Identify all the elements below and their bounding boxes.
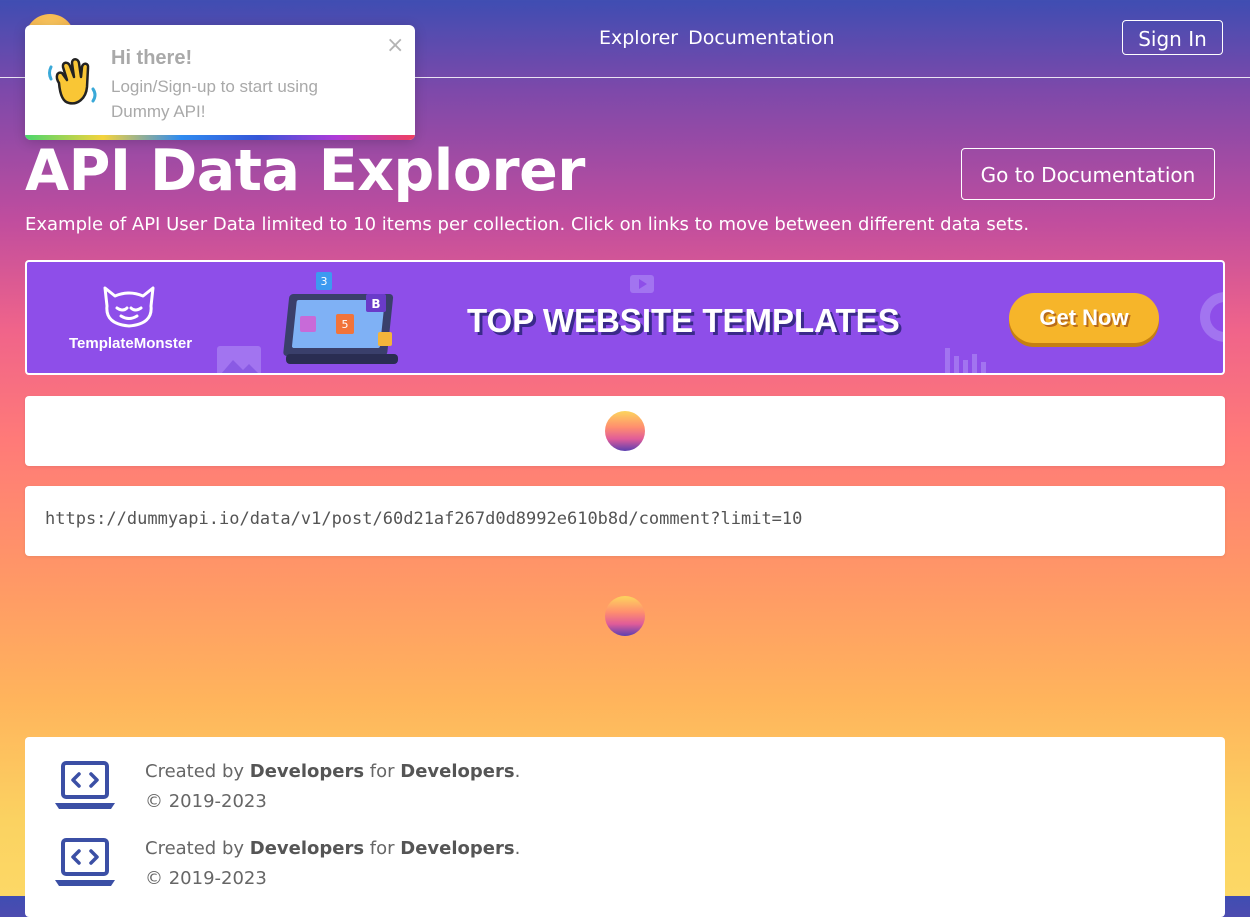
nav-documentation-link[interactable]: Documentation [688,27,834,49]
donut-chart-icon [1200,292,1223,342]
footer-credit: Created by Developers for Developers. © … [25,834,1225,904]
page-subtitle: Example of API User Data limited to 10 i… [25,214,1030,235]
laptop-code-icon [55,838,115,886]
get-now-button[interactable]: Get Now [1009,293,1159,343]
templatemonster-logo-icon [103,286,155,328]
copyright: © 2019-2023 [145,868,267,889]
request-url-card: https://dummyapi.io/data/v1/post/60d21af… [25,486,1225,556]
sign-in-button[interactable]: Sign In [1122,20,1223,55]
play-icon [630,275,654,293]
svg-text:5: 5 [342,318,349,331]
waving-hand-icon [48,58,97,105]
image-placeholder-icon [217,346,261,373]
ad-banner[interactable]: TemplateMonster 3 B 5 TOP WEBSITE TEMPLA… [25,260,1225,375]
footer-credit: Created by Developers for Developers. © … [25,757,1225,827]
nav-explorer-link[interactable]: Explorer [599,27,678,49]
svg-text:B: B [371,297,380,311]
welcome-toast: Hi there! Login/Sign-up to start using D… [25,25,415,140]
request-url: https://dummyapi.io/data/v1/post/60d21af… [45,509,803,529]
copyright: © 2019-2023 [145,791,267,812]
loading-card [25,396,1225,466]
go-to-documentation-button[interactable]: Go to Documentation [961,148,1215,200]
loading-spinner [605,596,645,636]
main-nav: Explorer Documentation [599,27,835,49]
footer-credit-text: Created by Developers for Developers. © … [145,838,521,889]
close-icon[interactable]: × [386,33,404,58]
page-title: API Data Explorer [25,138,585,204]
footer-credit-text: Created by Developers for Developers. © … [145,761,521,812]
toast-title: Hi there! [111,47,193,69]
svg-text:3: 3 [321,275,328,288]
toast-message: Login/Sign-up to start using Dummy API! [111,77,318,121]
bar-chart-icon [945,348,986,373]
loading-spinner [605,411,645,451]
footer: Created by Developers for Developers. © … [25,737,1225,917]
laptop-code-icon [55,761,115,809]
laptop-templates-illustration: 3 B 5 [283,272,398,364]
banner-headline: TOP WEBSITE TEMPLATES [467,302,900,339]
banner-brand: TemplateMonster [69,335,193,352]
